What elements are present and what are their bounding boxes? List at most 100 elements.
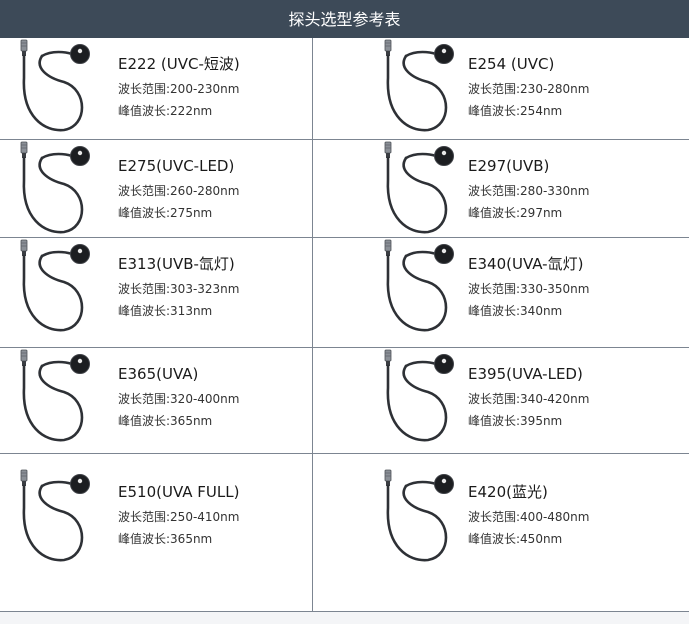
peak-wavelength-label: 峰值波长: [468, 532, 521, 546]
probe-cell: E365(UVA) 波长范围:320-400nm 峰值波长:365nm [0, 348, 340, 453]
probe-image [384, 39, 454, 132]
wavelength-range-row: 波长范围:303-323nm [118, 278, 239, 300]
peak-wavelength-value: 222nm [170, 104, 213, 118]
table-title-bar: 探头选型参考表 [0, 0, 689, 38]
probe-cell: E222 (UVC-短波) 波长范围:200-230nm 峰值波长:222nm [0, 38, 340, 139]
peak-wavelength-value: 313nm [170, 304, 213, 318]
peak-wavelength-label: 峰值波长: [468, 414, 521, 428]
wavelength-range-label: 波长范围: [468, 184, 521, 198]
probe-info: E420(蓝光) 波长范围:400-480nm 峰值波长:450nm [468, 482, 589, 550]
probe-cell: E420(蓝光) 波长范围:400-480nm 峰值波长:450nm [313, 454, 653, 611]
probe-image [20, 349, 90, 442]
wavelength-range-label: 波长范围: [118, 82, 171, 96]
peak-wavelength-value: 254nm [520, 104, 563, 118]
probe-info: E395(UVA-LED) 波长范围:340-420nm 峰值波长:395nm [468, 364, 589, 432]
wavelength-range-label: 波长范围: [468, 282, 521, 296]
peak-wavelength-value: 365nm [170, 532, 213, 546]
wavelength-range-row: 波长范围:330-350nm [468, 278, 589, 300]
probe-image-wrapper [14, 238, 96, 340]
probe-cell: E395(UVA-LED) 波长范围:340-420nm 峰值波长:395nm [313, 348, 653, 453]
probe-info: E275(UVC-LED) 波长范围:260-280nm 峰值波长:275nm [118, 156, 239, 224]
probe-info: E340(UVA-氙灯) 波长范围:330-350nm 峰值波长:340nm [468, 254, 589, 322]
probe-image [384, 239, 454, 332]
wavelength-range-row: 波长范围:400-480nm [468, 506, 589, 528]
peak-wavelength-value: 275nm [170, 206, 213, 220]
peak-wavelength-label: 峰值波长: [118, 414, 171, 428]
wavelength-range-row: 波长范围:320-400nm [118, 388, 239, 410]
probe-cell: E313(UVB-氙灯) 波长范围:303-323nm 峰值波长:313nm [0, 238, 340, 347]
peak-wavelength-value: 450nm [520, 532, 563, 546]
probe-image [20, 39, 90, 132]
wavelength-range-value: 200-230nm [170, 82, 240, 96]
probe-image-wrapper [14, 140, 96, 242]
wavelength-range-row: 波长范围:200-230nm [118, 78, 240, 100]
wavelength-range-value: 400-480nm [520, 510, 590, 524]
probe-image-wrapper [378, 38, 460, 140]
probe-image [20, 239, 90, 332]
wavelength-range-row: 波长范围:230-280nm [468, 78, 589, 100]
probe-image-wrapper [14, 38, 96, 140]
wavelength-range-label: 波长范围: [468, 392, 521, 406]
probe-image-wrapper [378, 348, 460, 450]
wavelength-range-value: 320-400nm [170, 392, 240, 406]
peak-wavelength-row: 峰值波长:365nm [118, 528, 239, 550]
page-title: 探头选型参考表 [288, 10, 401, 29]
peak-wavelength-label: 峰值波长: [118, 532, 171, 546]
peak-wavelength-value: 365nm [170, 414, 213, 428]
probe-image [384, 349, 454, 442]
wavelength-range-row: 波长范围:340-420nm [468, 388, 589, 410]
peak-wavelength-row: 峰值波长:395nm [468, 410, 589, 432]
peak-wavelength-value: 340nm [520, 304, 563, 318]
page-footer-strip [0, 612, 689, 624]
wavelength-range-value: 340-420nm [520, 392, 590, 406]
wavelength-range-label: 波长范围: [468, 510, 521, 524]
probe-model-name: E510(UVA FULL) [118, 483, 240, 501]
peak-wavelength-label: 峰值波长: [118, 206, 171, 220]
wavelength-range-value: 250-410nm [170, 510, 240, 524]
wavelength-range-value: 280-330nm [520, 184, 590, 198]
peak-wavelength-value: 297nm [520, 206, 563, 220]
probe-model-name: E313(UVB-氙灯) [118, 255, 235, 273]
peak-wavelength-row: 峰值波长:340nm [468, 300, 589, 322]
probe-model-name: E254 (UVC) [468, 55, 555, 73]
peak-wavelength-row: 峰值波长:313nm [118, 300, 239, 322]
wavelength-range-value: 330-350nm [520, 282, 590, 296]
wavelength-range-value: 230-280nm [520, 82, 590, 96]
peak-wavelength-label: 峰值波长: [118, 304, 171, 318]
probe-info: E510(UVA FULL) 波长范围:250-410nm 峰值波长:365nm [118, 482, 239, 550]
wavelength-range-value: 260-280nm [170, 184, 240, 198]
probe-image [384, 469, 454, 562]
probe-model-name: E222 (UVC-短波) [118, 55, 240, 73]
peak-wavelength-label: 峰值波长: [468, 206, 521, 220]
peak-wavelength-label: 峰值波长: [468, 304, 521, 318]
wavelength-range-label: 波长范围: [118, 510, 171, 524]
probe-selection-table: E222 (UVC-短波) 波长范围:200-230nm 峰值波长:222nm E25… [0, 38, 689, 612]
probe-image-wrapper [378, 238, 460, 340]
wavelength-range-row: 波长范围:260-280nm [118, 180, 239, 202]
peak-wavelength-row: 峰值波长:450nm [468, 528, 589, 550]
probe-info: E222 (UVC-短波) 波长范围:200-230nm 峰值波长:222nm [118, 54, 240, 122]
peak-wavelength-label: 峰值波长: [118, 104, 171, 118]
probe-model-name: E420(蓝光) [468, 483, 548, 501]
probe-model-name: E297(UVB) [468, 157, 550, 175]
probe-model-name: E395(UVA-LED) [468, 365, 583, 383]
wavelength-range-label: 波长范围: [118, 282, 171, 296]
wavelength-range-label: 波长范围: [118, 392, 171, 406]
probe-image-wrapper [14, 468, 96, 570]
probe-cell: E297(UVB) 波长范围:280-330nm 峰值波长:297nm [313, 140, 653, 237]
peak-wavelength-value: 395nm [520, 414, 563, 428]
wavelength-range-label: 波长范围: [468, 82, 521, 96]
peak-wavelength-label: 峰值波长: [468, 104, 521, 118]
probe-image-wrapper [14, 348, 96, 450]
probe-cell: E510(UVA FULL) 波长范围:250-410nm 峰值波长:365nm [0, 454, 340, 611]
probe-info: E365(UVA) 波长范围:320-400nm 峰值波长:365nm [118, 364, 239, 432]
probe-cell: E275(UVC-LED) 波长范围:260-280nm 峰值波长:275nm [0, 140, 340, 237]
probe-cell: E254 (UVC) 波长范围:230-280nm 峰值波长:254nm [313, 38, 653, 139]
probe-model-name: E275(UVC-LED) [118, 157, 235, 175]
probe-image-wrapper [378, 468, 460, 570]
peak-wavelength-row: 峰值波长:365nm [118, 410, 239, 432]
probe-image [20, 141, 90, 234]
probe-model-name: E365(UVA) [118, 365, 199, 383]
peak-wavelength-row: 峰值波长:254nm [468, 100, 589, 122]
probe-image [384, 141, 454, 234]
